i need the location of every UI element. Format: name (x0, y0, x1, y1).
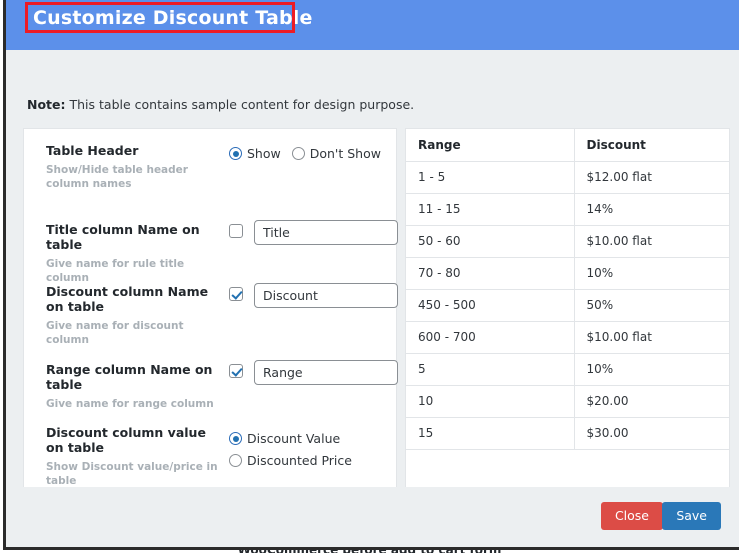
setting-description: Give name for discount column (46, 320, 184, 346)
cell-discount: 10% (574, 257, 729, 290)
cell-range: 70 - 80 (406, 257, 575, 290)
cell-range: 450 - 500 (406, 289, 575, 322)
cell-range: 5 (406, 353, 575, 386)
radio-dont-show-indicator[interactable] (291, 147, 305, 160)
radio-discount-value-indicator[interactable] (229, 432, 242, 445)
setting-title: Range column Name on table (46, 362, 213, 392)
cell-range: 10 (406, 385, 575, 418)
setting-title: Table Header (46, 143, 139, 158)
discount-column-control (229, 283, 398, 308)
discount-column-input[interactable] (254, 283, 398, 308)
cell-discount: $10.00 flat (574, 225, 729, 258)
discount-column-checkbox[interactable] (229, 287, 243, 301)
column-header-range: Range (406, 129, 575, 162)
cell-discount: 50% (574, 289, 729, 322)
cell-discount: $10.00 flat (574, 321, 729, 354)
cell-discount: $30.00 (574, 417, 729, 450)
cell-range: 15 (406, 417, 575, 450)
setting-table-header: Table Header Show/Hide table header colu… (24, 143, 398, 209)
table-row: 450 - 500 50% (406, 289, 729, 322)
radio-dont-show-label: Don't Show (309, 146, 381, 161)
title-column-input[interactable] (254, 220, 398, 245)
table-header-radio-group: Show Don't Show (229, 146, 381, 161)
cell-discount: 14% (574, 193, 729, 226)
range-column-input[interactable] (254, 360, 398, 385)
page-title: Customize Discount Table (33, 7, 313, 29)
range-column-checkbox[interactable] (229, 364, 243, 378)
table-header-row: Range Discount (406, 129, 729, 162)
setting-title: Discount column value on table (46, 425, 206, 455)
table-row: 15 $30.00 (406, 417, 729, 450)
cell-range: 11 - 15 (406, 193, 575, 226)
setting-title: Title column Name on table (46, 222, 200, 252)
radio-discounted-price[interactable]: Discounted Price (229, 453, 352, 468)
setting-description: Show Discount value/price in table (46, 461, 218, 487)
range-column-control (229, 360, 398, 385)
note-text: Note: This table contains sample content… (27, 97, 414, 112)
table-row: 1 - 5 $12.00 flat (406, 161, 729, 194)
table-row: 5 10% (406, 353, 729, 386)
radio-discount-value-label: Discount Value (247, 431, 341, 446)
modal-footer: Close Save (6, 487, 739, 547)
cell-discount: 10% (574, 353, 729, 386)
note-prefix: Note: (27, 97, 66, 112)
table-row: 11 - 15 14% (406, 193, 729, 226)
table-row: 70 - 80 10% (406, 257, 729, 290)
setting-range-column: Range column Name on table Give name for… (24, 360, 398, 424)
discount-preview-table: Range Discount 1 - 5 $12.00 flat 11 - 15… (406, 129, 729, 450)
modal-body: Note: This table contains sample content… (6, 50, 739, 547)
radio-dont-show[interactable]: Don't Show (291, 146, 381, 161)
cell-discount: $20.00 (574, 385, 729, 418)
screen: WooCommerce before add to cart form Cust… (0, 0, 739, 553)
setting-title: Discount column Name on table (46, 284, 209, 314)
close-button[interactable]: Close (600, 502, 663, 530)
table-row: 50 - 60 $10.00 flat (406, 225, 729, 258)
radio-discount-value[interactable]: Discount Value (229, 431, 352, 446)
cell-range: 600 - 700 (406, 321, 575, 354)
column-header-discount: Discount (574, 129, 729, 162)
setting-discount-value: Discount column value on table Show Disc… (24, 425, 398, 495)
save-button[interactable]: Save (662, 502, 721, 530)
setting-description: Show/Hide table header column names (46, 164, 188, 190)
cell-discount: $12.00 flat (574, 161, 729, 194)
radio-discounted-price-indicator[interactable] (229, 454, 242, 467)
table-row: 600 - 700 $10.00 flat (406, 321, 729, 354)
radio-show-indicator[interactable] (229, 147, 242, 160)
customize-discount-table-modal: Customize Discount Table Note: This tabl… (3, 0, 739, 550)
radio-discounted-price-label: Discounted Price (247, 453, 352, 468)
table-body: 1 - 5 $12.00 flat 11 - 15 14% 50 - 60 $1… (406, 161, 729, 450)
cell-range: 1 - 5 (406, 161, 575, 194)
radio-show-label: Show (247, 146, 281, 161)
setting-description: Give name for range column (46, 398, 214, 410)
settings-panel: Table Header Show/Hide table header colu… (23, 128, 398, 488)
setting-title-column: Title column Name on table Give name for… (24, 220, 398, 284)
note-message: This table contains sample content for d… (65, 97, 415, 112)
modal-header: Customize Discount Table (6, 0, 739, 50)
title-column-control (229, 220, 398, 245)
setting-discount-column: Discount column Name on table Give name … (24, 283, 398, 359)
radio-show[interactable]: Show (229, 146, 281, 161)
cell-range: 50 - 60 (406, 225, 575, 258)
preview-panel: Range Discount 1 - 5 $12.00 flat 11 - 15… (405, 128, 730, 488)
title-column-checkbox[interactable] (229, 224, 243, 238)
table-row: 10 $20.00 (406, 385, 729, 418)
setting-description: Give name for rule title column (46, 258, 185, 284)
discount-value-radio-group: Discount Value Discounted Price (229, 431, 352, 468)
